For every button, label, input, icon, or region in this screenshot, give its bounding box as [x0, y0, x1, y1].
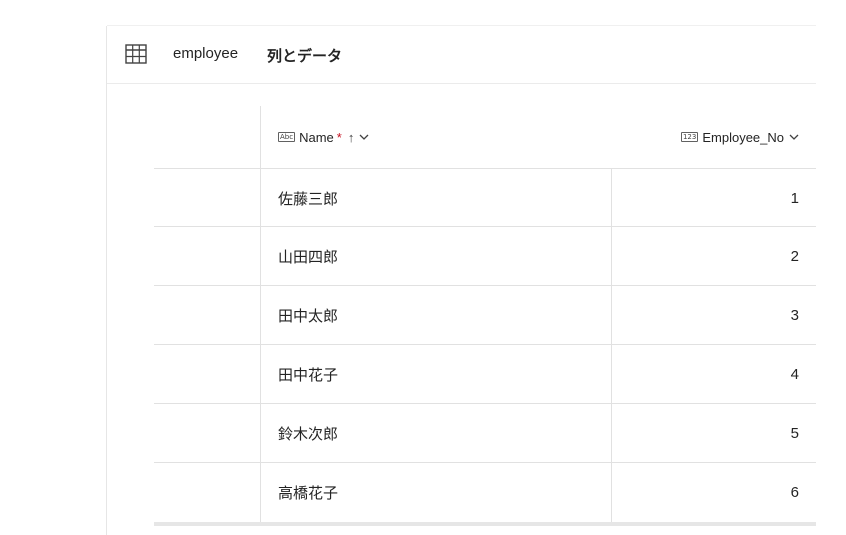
- row-divider: [154, 226, 816, 227]
- table-icon: [125, 44, 147, 64]
- table-name: employee: [173, 45, 239, 62]
- cell-name[interactable]: 田中花子: [278, 345, 338, 403]
- chevron-down-icon[interactable]: [789, 132, 799, 142]
- panel-header: employee 列とデータ: [107, 26, 816, 84]
- cell-employee-no[interactable]: 2: [791, 227, 799, 285]
- cell-name[interactable]: 高橋花子: [278, 463, 338, 521]
- cell-employee-no[interactable]: 6: [791, 463, 799, 521]
- column-header-label: Name: [299, 129, 334, 145]
- row-divider: [154, 285, 816, 286]
- cell-employee-no[interactable]: 5: [791, 404, 799, 462]
- sort-ascending-icon[interactable]: ↑: [348, 130, 355, 145]
- cell-employee-no[interactable]: 4: [791, 345, 799, 403]
- row-divider: [154, 168, 816, 169]
- chevron-down-icon[interactable]: [359, 132, 369, 142]
- required-marker: *: [336, 129, 342, 145]
- cell-name[interactable]: 佐藤三郎: [278, 169, 338, 227]
- row-divider: [154, 462, 816, 463]
- cell-employee-no[interactable]: 1: [791, 169, 799, 227]
- row-divider: [154, 403, 816, 404]
- row-divider: [154, 344, 816, 345]
- cell-name[interactable]: 田中太郎: [278, 286, 338, 344]
- column-divider: [611, 168, 612, 522]
- data-grid: Abc Name * ↑ 123 Employee_No 佐藤三郎 1 山田四郎…: [154, 106, 816, 526]
- column-header-name[interactable]: Abc Name * ↑: [278, 106, 369, 168]
- column-header-label: Employee_No: [702, 129, 784, 145]
- number-type-icon: 123: [680, 132, 699, 142]
- text-type-icon: Abc: [278, 132, 296, 142]
- panel-subtitle: 列とデータ: [267, 47, 343, 65]
- cell-employee-no[interactable]: 3: [791, 286, 799, 344]
- horizontal-scrollbar[interactable]: [154, 522, 816, 526]
- column-header-employee-no[interactable]: 123 Employee_No: [680, 106, 799, 168]
- cell-name[interactable]: 山田四郎: [278, 227, 338, 285]
- cell-name[interactable]: 鈴木次郎: [278, 404, 338, 462]
